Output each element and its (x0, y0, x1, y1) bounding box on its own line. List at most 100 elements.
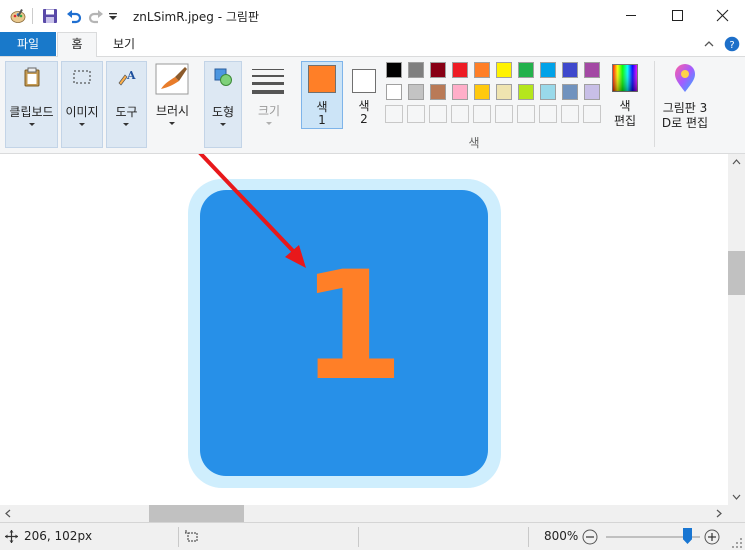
selection-size-icon (185, 530, 198, 542)
palette-swatch[interactable] (408, 84, 424, 100)
palette-swatch[interactable] (430, 62, 446, 78)
resize-grip-icon[interactable] (731, 537, 743, 549)
edit-with-paint3d-button[interactable]: 그림판 3 D로 편집 (658, 61, 712, 130)
maximize-button[interactable] (654, 0, 700, 32)
close-button[interactable] (700, 0, 745, 32)
minimize-button[interactable] (608, 0, 654, 32)
custom-color-slot[interactable] (561, 105, 579, 123)
brushes-button[interactable]: 브러시 (150, 61, 195, 148)
palette-swatch[interactable] (386, 62, 402, 78)
color1-button[interactable]: 색 1 (301, 61, 343, 129)
help-icon[interactable]: ? (724, 36, 740, 52)
redo-icon[interactable] (88, 8, 104, 24)
chevron-down-icon (29, 123, 35, 126)
palette-swatch[interactable] (584, 84, 600, 100)
edit-colors-button[interactable]: 색 편집 (607, 61, 643, 129)
scroll-down-icon[interactable] (732, 494, 741, 500)
tab-home[interactable]: 홈 (57, 32, 97, 57)
title-bar: znLSimR.jpeg - 그림판 (0, 0, 745, 32)
size-button[interactable]: 크기 (247, 61, 291, 148)
shapes-label: 도형 (211, 105, 235, 119)
horizontal-scrollbar[interactable] (0, 505, 728, 522)
chevron-down-icon (220, 123, 226, 126)
ribbon-separator (654, 61, 655, 147)
custom-color-slot[interactable] (517, 105, 535, 123)
custom-color-slot[interactable] (583, 105, 601, 123)
custom-color-slot[interactable] (407, 105, 425, 123)
palette-swatch[interactable] (518, 84, 534, 100)
color2-number: 2 (360, 112, 368, 126)
paint3d-label-2: D로 편집 (661, 116, 709, 130)
select-icon (73, 70, 91, 84)
palette-swatch[interactable] (562, 84, 578, 100)
vertical-scroll-thumb[interactable] (728, 251, 745, 295)
colors-group-label: 색 (468, 136, 480, 150)
tools-icon: A (118, 69, 136, 86)
collapse-ribbon-icon[interactable] (703, 38, 715, 50)
image-label: 이미지 (65, 105, 99, 119)
vertical-scrollbar[interactable] (728, 154, 745, 505)
zoom-in-icon[interactable] (704, 529, 720, 545)
status-divider (178, 527, 179, 547)
line-size-icon (252, 69, 284, 94)
size-label: 크기 (257, 104, 281, 118)
cursor-position: 206, 102px (24, 529, 93, 543)
custom-color-slot[interactable] (451, 105, 469, 123)
undo-icon[interactable] (66, 8, 82, 24)
palette-swatch[interactable] (540, 62, 556, 78)
red-arrow-annotation (198, 154, 306, 268)
palette-swatch[interactable] (518, 62, 534, 78)
clipboard-button[interactable]: 클립보드 (5, 61, 58, 148)
drawing-canvas[interactable]: 1 (0, 154, 728, 505)
scrollbar-corner (728, 505, 745, 522)
custom-color-slot[interactable] (473, 105, 491, 123)
chevron-down-icon (266, 122, 272, 125)
custom-color-slot[interactable] (539, 105, 557, 123)
minimize-icon (626, 15, 636, 16)
palette-swatch[interactable] (496, 84, 512, 100)
tab-view[interactable]: 보기 (102, 32, 146, 56)
palette-swatch[interactable] (430, 84, 446, 100)
zoom-slider-thumb[interactable] (683, 528, 692, 544)
color2-swatch (352, 69, 376, 93)
ribbon-tab-bar: 파일 홈 보기 ? (0, 32, 745, 57)
chevron-down-icon (169, 122, 175, 125)
image-button[interactable]: 이미지 (61, 61, 103, 148)
maximize-icon (672, 10, 683, 21)
palette-swatch[interactable] (408, 62, 424, 78)
tab-file[interactable]: 파일 (0, 32, 56, 56)
custom-color-slot[interactable] (429, 105, 447, 123)
scroll-left-icon[interactable] (5, 509, 11, 518)
customize-qat-icon[interactable] (108, 8, 118, 24)
window-title: znLSimR.jpeg - 그림판 (133, 10, 259, 24)
color2-button[interactable]: 색 2 (346, 61, 382, 129)
palette-swatch[interactable] (584, 62, 600, 78)
palette-swatch[interactable] (452, 62, 468, 78)
color1-swatch (308, 65, 336, 93)
palette-swatch[interactable] (386, 84, 402, 100)
horizontal-scroll-thumb[interactable] (149, 505, 244, 522)
custom-color-slot[interactable] (385, 105, 403, 123)
custom-color-slot[interactable] (495, 105, 513, 123)
tools-button[interactable]: A 도구 (106, 61, 147, 148)
palette-swatch[interactable] (496, 62, 512, 78)
shapes-button[interactable]: 도형 (204, 61, 242, 148)
zoom-level: 800% (544, 529, 579, 543)
palette-swatch[interactable] (540, 84, 556, 100)
chevron-down-icon (79, 123, 85, 126)
edit-colors-label-2: 편집 (613, 114, 637, 128)
palette-swatch[interactable] (474, 84, 490, 100)
palette-swatch[interactable] (452, 84, 468, 100)
svg-text:A: A (126, 69, 136, 82)
palette-swatch[interactable] (562, 62, 578, 78)
zoom-out-icon[interactable] (582, 529, 598, 545)
color-palette (385, 62, 606, 128)
paint-app-icon[interactable] (10, 8, 26, 24)
palette-swatch[interactable] (474, 62, 490, 78)
scroll-up-icon[interactable] (732, 159, 741, 165)
status-divider (358, 527, 359, 547)
clipboard-icon (24, 67, 40, 87)
color1-number: 1 (318, 113, 326, 127)
scroll-right-icon[interactable] (716, 509, 722, 518)
save-icon[interactable] (42, 8, 58, 24)
